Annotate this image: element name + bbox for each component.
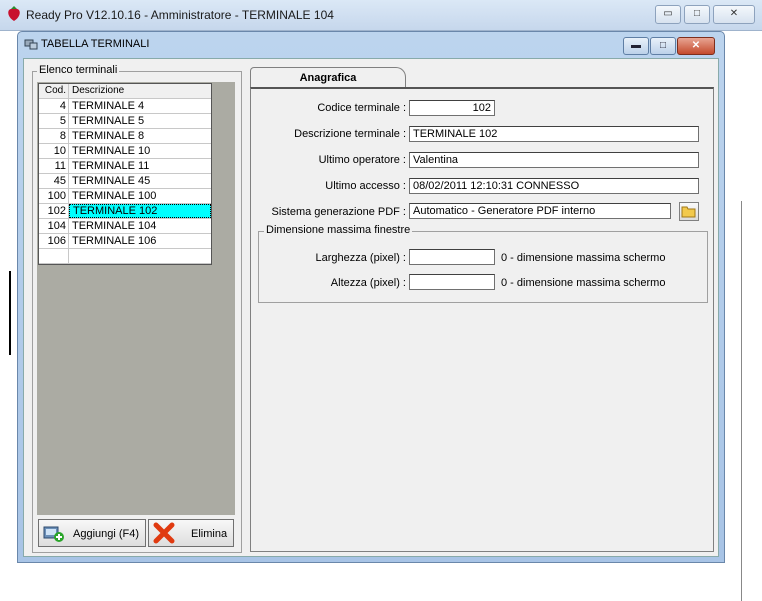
- cell-code: 5: [39, 114, 69, 128]
- table-row[interactable]: 45 TERMINALE 45: [39, 174, 211, 189]
- dimensions-label: Dimensione massima finestre: [264, 224, 413, 236]
- tab-anagrafica[interactable]: Anagrafica: [250, 67, 406, 88]
- description-label: Descrizione terminale :: [294, 128, 406, 140]
- height-field[interactable]: [409, 274, 495, 290]
- column-header-description[interactable]: Descrizione: [69, 84, 211, 98]
- grid-header: Cod. Descrizione: [39, 84, 211, 99]
- height-label: Altezza (pixel) :: [330, 277, 406, 289]
- table-row[interactable]: 4 TERMINALE 4: [39, 99, 211, 114]
- app-title: Ready Pro V12.10.16 - Amministratore - T…: [26, 8, 334, 22]
- cell-code: 10: [39, 144, 69, 158]
- delete-button-label: Elimina: [191, 528, 228, 540]
- strawberry-icon: [8, 6, 20, 21]
- table-row[interactable]: 102 TERMINALE 102: [39, 204, 211, 219]
- code-field[interactable]: 102: [409, 100, 495, 116]
- terminals-window: TABELLA TERMINALI ▬ □ ✕ Elenco terminali…: [17, 31, 725, 563]
- table-row[interactable]: 5 TERMINALE 5: [39, 114, 211, 129]
- pdf-label: Sistema generazione PDF :: [271, 206, 406, 218]
- window-title: TABELLA TERMINALI: [41, 38, 150, 50]
- window-minimize-button[interactable]: ▬: [623, 37, 649, 55]
- cell-description: TERMINALE 4: [72, 100, 145, 112]
- app-maximize-button[interactable]: □: [684, 5, 710, 24]
- cell-code: 45: [39, 174, 69, 188]
- app-minimize-button[interactable]: ▭: [655, 5, 681, 24]
- table-row[interactable]: 104 TERMINALE 104: [39, 219, 211, 234]
- table-row[interactable]: 106 TERMINALE 106: [39, 234, 211, 249]
- cell-code: 100: [39, 189, 69, 203]
- terminal-list-label: Elenco terminali: [37, 64, 120, 76]
- delete-x-icon: [153, 522, 175, 544]
- table-row[interactable]: 100 TERMINALE 100: [39, 189, 211, 204]
- height-hint: 0 - dimensione massima schermo: [501, 277, 666, 289]
- cell-description: TERMINALE 100: [72, 190, 157, 202]
- width-label: Larghezza (pixel) :: [315, 252, 407, 264]
- pdf-field[interactable]: Automatico - Generatore PDF interno: [409, 203, 671, 219]
- pdf-browse-button[interactable]: [679, 202, 699, 221]
- add-button-label: Aggiungi (F4): [73, 528, 140, 540]
- window-client: Elenco terminali Cod. Descrizione 4 TERMI…: [23, 58, 719, 557]
- table-row[interactable]: 10 TERMINALE 10: [39, 144, 211, 159]
- description-field[interactable]: TERMINALE 102: [409, 126, 699, 142]
- operator-field[interactable]: Valentina: [409, 152, 699, 168]
- anagrafica-panel: Codice terminale : 102 Descrizione termi…: [250, 87, 714, 552]
- cell-description: TERMINALE 5: [72, 115, 145, 127]
- folder-icon: [681, 206, 696, 218]
- cell-code: [39, 249, 69, 263]
- cell-code: 104: [39, 219, 69, 233]
- width-field[interactable]: [409, 249, 495, 265]
- code-label: Codice terminale :: [317, 102, 406, 114]
- width-hint: 0 - dimensione massima schermo: [501, 252, 666, 264]
- access-field[interactable]: 08/02/2011 12:10:31 CONNESSO: [409, 178, 699, 194]
- dimensions-group: [258, 231, 708, 303]
- cell-description: TERMINALE 8: [72, 130, 145, 142]
- cell-description: TERMINALE 106: [72, 235, 157, 247]
- background-divider: [741, 201, 742, 601]
- column-header-code[interactable]: Cod.: [39, 84, 69, 98]
- cell-description: [69, 249, 211, 263]
- cell-description: TERMINALE 45: [72, 175, 151, 187]
- operator-label: Ultimo operatore :: [318, 154, 406, 166]
- cell-description: TERMINALE 104: [72, 220, 157, 232]
- access-label: Ultimo accesso :: [325, 180, 406, 192]
- add-terminal-icon: [43, 526, 64, 542]
- table-row[interactable]: [39, 249, 211, 264]
- delete-button[interactable]: Elimina: [148, 519, 234, 547]
- window-maximize-button[interactable]: □: [650, 37, 676, 55]
- cell-code: 8: [39, 129, 69, 143]
- cell-description: TERMINALE 11: [72, 160, 150, 172]
- app-close-button[interactable]: ✕: [713, 5, 755, 24]
- background-divider: [9, 271, 11, 355]
- table-row[interactable]: 11 TERMINALE 11: [39, 159, 211, 174]
- add-button[interactable]: Aggiungi (F4): [38, 519, 146, 547]
- cell-code: 11: [39, 159, 69, 173]
- window-close-button[interactable]: ✕: [677, 37, 715, 55]
- cell-code: 106: [39, 234, 69, 248]
- cell-code: 4: [39, 99, 69, 113]
- terminal-grid: Cod. Descrizione 4 TERMINALE 4 5 TERMINALE …: [38, 83, 212, 265]
- app-titlebar: Ready Pro V12.10.16 - Amministratore - T…: [0, 0, 762, 31]
- cell-description: TERMINALE 10: [72, 145, 151, 157]
- terminal-list-area: Cod. Descrizione 4 TERMINALE 4 5 TERMINALE …: [37, 82, 235, 515]
- terminal-table-icon: [24, 39, 38, 50]
- cell-description: TERMINALE 102: [69, 204, 211, 218]
- cell-code: 102: [39, 204, 69, 218]
- table-row[interactable]: 8 TERMINALE 8: [39, 129, 211, 144]
